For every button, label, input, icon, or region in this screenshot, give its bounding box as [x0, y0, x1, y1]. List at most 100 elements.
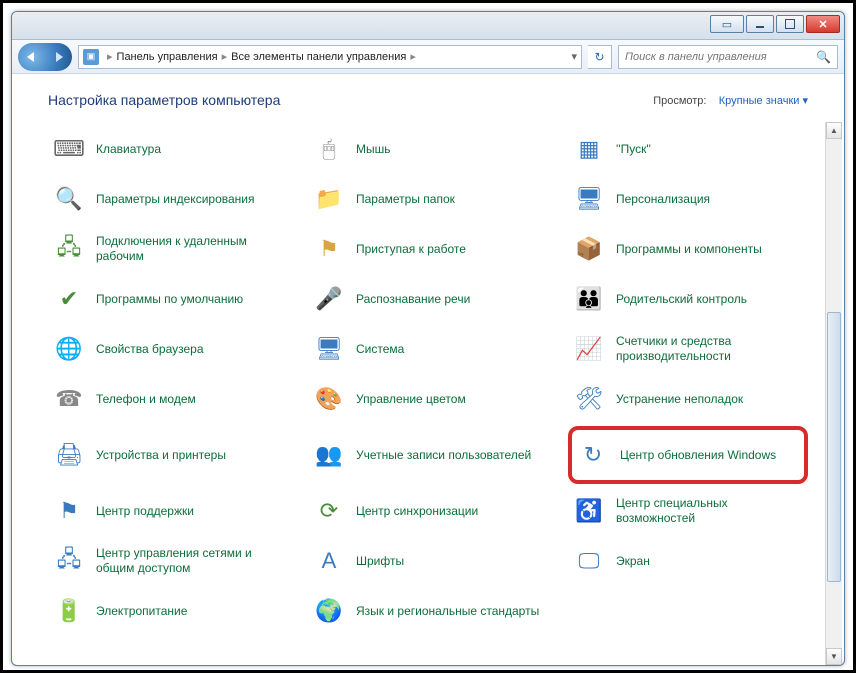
item-icon: 👪 [572, 282, 606, 316]
item-icon: ☎ [52, 382, 86, 416]
item-label: Клавиатура [96, 142, 161, 157]
item-icon: 🔍 [52, 182, 86, 216]
scroll-down-button[interactable]: ▼ [826, 648, 842, 665]
control-panel-item[interactable]: 📈 Счетчики и средства производительности [568, 326, 808, 372]
item-icon: ⌨ [52, 132, 86, 166]
item-icon: ▦ [572, 132, 606, 166]
toolbar-button[interactable] [710, 15, 744, 33]
item-label: Параметры папок [356, 192, 455, 207]
search-icon[interactable]: 🔍 [816, 50, 831, 64]
maximize-button[interactable] [776, 15, 804, 33]
item-label: Электропитание [96, 604, 187, 619]
control-panel-item[interactable]: 👥Учетные записи пользователей [308, 426, 548, 484]
nav-back-forward[interactable] [18, 43, 72, 71]
item-label: Устранение неполадок [616, 392, 743, 407]
breadcrumb-segment[interactable]: Все элементы панели управления [231, 51, 406, 63]
item-label: Шрифты [356, 554, 404, 569]
item-icon: 🛠 [572, 382, 606, 416]
item-label: Распознавание речи [356, 292, 470, 307]
item-label: Телефон и модем [96, 392, 196, 407]
control-panel-item[interactable]: 📦Программы и компоненты [568, 226, 808, 272]
search-box[interactable]: 🔍 [618, 45, 838, 69]
item-label: Программы по умолчанию [96, 292, 243, 307]
scroll-thumb[interactable] [827, 312, 841, 582]
item-label: Управление цветом [356, 392, 466, 407]
item-icon: 📈 [572, 332, 606, 366]
control-panel-item[interactable]: 🔍 Параметры индексирования [48, 176, 288, 222]
control-panel-item[interactable]: 🖥 Система [308, 326, 548, 372]
control-panel-item[interactable]: 🖧Центр управления сетями и общим доступо… [48, 538, 288, 584]
item-label: Программы и компоненты [616, 242, 762, 257]
item-icon: ♿ [572, 494, 606, 528]
control-panel-item[interactable]: ⟳ Центр синхронизации [308, 488, 548, 534]
control-panel-item[interactable]: ✔Программы по умолчанию [48, 276, 288, 322]
search-input[interactable] [625, 51, 816, 63]
item-label: Приступая к работе [356, 242, 466, 257]
item-label: Система [356, 342, 404, 357]
control-panel-item[interactable]: ⚑ Приступая к работе [308, 226, 548, 272]
control-panel-item[interactable]: 🎤 Распознавание речи [308, 276, 548, 322]
item-icon: 🖵 [572, 544, 606, 578]
control-panel-item[interactable]: 🖵Экран [568, 538, 808, 584]
control-panel-item[interactable]: 🌐Свойства браузера [48, 326, 288, 372]
control-panel-item[interactable]: ⚑Центр поддержки [48, 488, 288, 534]
breadcrumb-root-icon: ▣ [83, 49, 99, 65]
control-panel-item[interactable]: ⌨ Клавиатура [48, 126, 288, 172]
control-panel-item[interactable]: ↻ Центр обновления Windows [572, 432, 804, 478]
control-panel-item[interactable]: ▦ ''Пуск'' [568, 126, 808, 172]
close-button[interactable] [806, 15, 840, 33]
control-panel-item[interactable]: 🖱Мышь [308, 126, 548, 172]
vertical-scrollbar[interactable]: ▲ ▼ [825, 122, 842, 665]
control-panel-item[interactable]: A Шрифты [308, 538, 548, 584]
breadcrumb-dropdown-icon[interactable]: ▾ [571, 50, 577, 63]
item-label: Центр синхронизации [356, 504, 478, 519]
nav-row: ▣ ▸ Панель управления ▸ Все элементы пан… [12, 40, 844, 74]
item-label: Родительский контроль [616, 292, 747, 307]
control-panel-item[interactable]: 🌍 Язык и региональные стандарты [308, 588, 548, 634]
control-panel-item[interactable]: 📁Параметры папок [308, 176, 548, 222]
item-icon: ↻ [576, 438, 610, 472]
control-panel-item[interactable]: 🖨 Устройства и принтеры [48, 426, 288, 484]
breadcrumb[interactable]: ▣ ▸ Панель управления ▸ Все элементы пан… [78, 45, 582, 69]
control-panel-item[interactable]: ☎ Телефон и модем [48, 376, 288, 422]
control-panel-item[interactable]: 👪 Родительский контроль [568, 276, 808, 322]
control-panel-item[interactable]: 🖥Персонализация [568, 176, 808, 222]
item-label: Центр поддержки [96, 504, 194, 519]
control-panel-item[interactable]: ♿ Центр специальных возможностей [568, 488, 808, 534]
titlebar [12, 12, 844, 40]
item-label: Персонализация [616, 192, 710, 207]
page-title: Настройка параметров компьютера [48, 92, 280, 108]
item-label: Центр специальных возможностей [616, 496, 804, 526]
item-label: Язык и региональные стандарты [356, 604, 539, 619]
scroll-up-button[interactable]: ▲ [826, 122, 842, 139]
item-icon: 🌐 [52, 332, 86, 366]
view-label: Просмотр: [653, 95, 706, 107]
minimize-button[interactable] [746, 15, 774, 33]
refresh-button[interactable]: ↻ [588, 45, 612, 69]
items-grid: ⌨ Клавиатура 🖱Мышь ▦ ''Пуск'' 🔍 Параметры инде… [12, 122, 844, 654]
item-label: Параметры индексирования [96, 192, 254, 207]
item-label: ''Пуск'' [616, 142, 651, 157]
item-icon: 🌍 [312, 594, 346, 628]
item-icon: 🎨 [312, 382, 346, 416]
item-icon: 🔋 [52, 594, 86, 628]
item-label: Счетчики и средства производительности [616, 334, 804, 364]
breadcrumb-segment[interactable]: Панель управления [117, 51, 218, 63]
control-panel-item[interactable]: 🔋 Электропитание [48, 588, 288, 634]
control-panel-item[interactable]: 🎨 Управление цветом [308, 376, 548, 422]
item-icon: ⚑ [312, 232, 346, 266]
item-icon: 🖧 [52, 232, 86, 266]
item-label: Центр обновления Windows [620, 448, 776, 463]
item-icon: 👥 [312, 438, 346, 472]
item-icon: ⟳ [312, 494, 346, 528]
item-icon: 🖥 [312, 332, 346, 366]
item-icon: 🖱 [312, 132, 346, 166]
item-icon: 🖨 [52, 438, 86, 472]
control-panel-item[interactable]: 🛠 Устранение неполадок [568, 376, 808, 422]
item-icon: 🎤 [312, 282, 346, 316]
item-label: Подключения к удаленным рабочим [96, 234, 284, 264]
item-icon: A [312, 544, 346, 578]
control-panel-item[interactable]: 🖧 Подключения к удаленным рабочим [48, 226, 288, 272]
item-label: Устройства и принтеры [96, 448, 226, 463]
view-value-link[interactable]: Крупные значки ▾ [719, 95, 808, 107]
